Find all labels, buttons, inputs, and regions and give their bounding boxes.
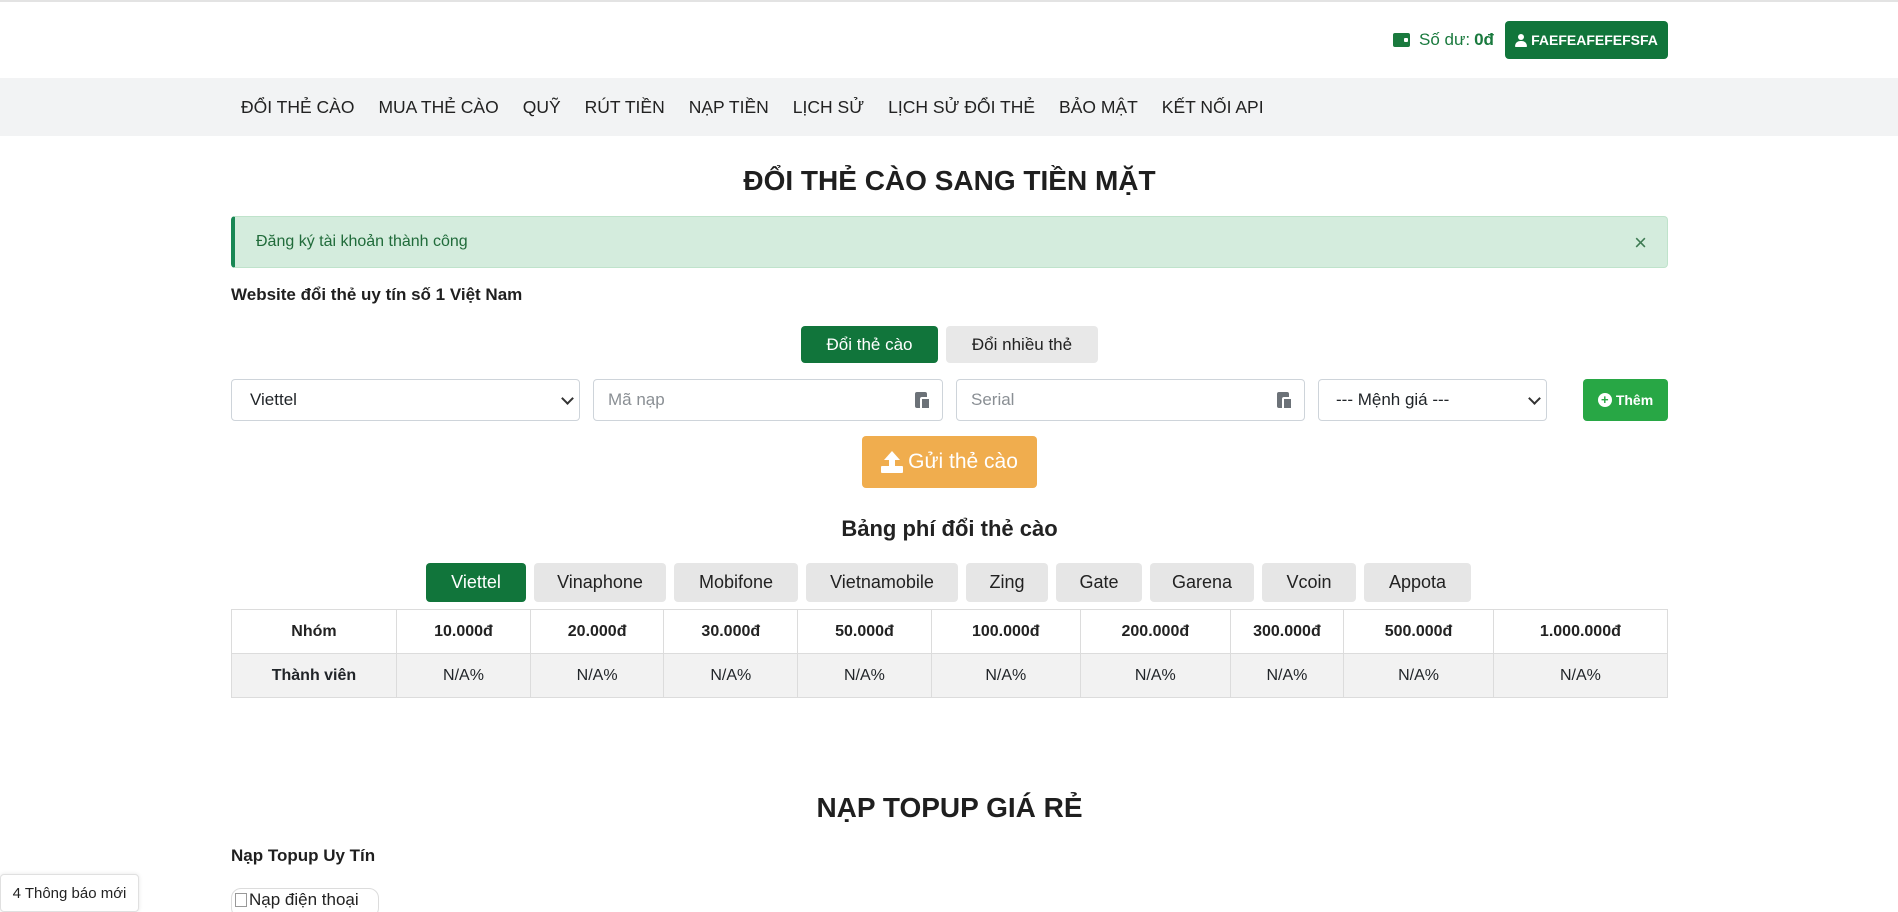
table-cell: N/A%: [663, 653, 799, 698]
serial-placeholder: Serial: [971, 390, 1015, 409]
table-cell: N/A%: [930, 653, 1082, 698]
card-code-input[interactable]: Mã nạp: [593, 379, 943, 421]
card-code-placeholder: Mã nạp: [608, 390, 665, 409]
main-nav: ĐỔI THẺ CÀO MUA THẺ CÀO QUỸ RÚT TIỀN NẠP…: [0, 78, 1898, 136]
notification-badge[interactable]: 4 Thông báo mới: [0, 874, 139, 912]
column-header: 10.000đ: [395, 609, 532, 654]
provider-tab-garena[interactable]: Garena: [1150, 563, 1254, 602]
add-card-button[interactable]: + Thêm: [1583, 379, 1668, 421]
alert-message: Đăng ký tài khoản thành công: [256, 233, 468, 250]
exchange-mode-tabs: Đổi thẻ cào Đổi nhiều thẻ: [801, 326, 1106, 363]
balance-label: Số dư:: [1419, 30, 1471, 49]
fee-table-title: Bảng phí đổi thẻ cào: [841, 516, 1058, 541]
table-cell: N/A%: [1492, 653, 1669, 698]
provider-tab-vcoin[interactable]: Vcoin: [1262, 563, 1356, 602]
balance-amount: 0đ: [1474, 30, 1494, 49]
topup-image[interactable]: Nạp điện thoại: [231, 888, 379, 912]
topup-title: NẠP TOPUP GIÁ RẺ: [816, 792, 1083, 823]
wallet-icon: [1393, 33, 1410, 47]
submit-card-label: Gửi thẻ cào: [908, 450, 1018, 473]
paste-icon[interactable]: [915, 390, 931, 410]
plus-circle-icon: +: [1597, 393, 1612, 407]
provider-tab-viettel[interactable]: Viettel: [426, 563, 526, 602]
header: Số dư: 0đ FAEFEAFEFEFSFA: [0, 0, 1898, 78]
nav-item-lich-su[interactable]: LỊCH SỬ: [793, 97, 864, 118]
column-header: 30.000đ: [663, 609, 799, 654]
fee-table-header-row: Nhóm 10.000đ 20.000đ 30.000đ 50.000đ 100…: [231, 609, 1669, 654]
nav-item-lich-su-doi-the[interactable]: LỊCH SỬ ĐỔI THẺ: [888, 97, 1035, 118]
user-icon: [1515, 33, 1528, 47]
success-alert: Đăng ký tài khoản thành công ×: [231, 216, 1668, 268]
column-header: 200.000đ: [1080, 609, 1231, 654]
column-header: 100.000đ: [930, 609, 1082, 654]
provider-tab-vinaphone[interactable]: Vinaphone: [534, 563, 666, 602]
denomination-select[interactable]: --- Mệnh giá ---: [1318, 379, 1547, 421]
nav-item-nap-tien[interactable]: NẠP TIỀN: [689, 97, 769, 118]
chevron-down-icon: [1528, 392, 1541, 405]
column-header: 1.000.000đ: [1492, 609, 1669, 654]
close-icon[interactable]: ×: [1634, 230, 1647, 256]
nav-item-ket-noi-api[interactable]: KẾT NỐI API: [1162, 97, 1264, 118]
table-row: Thành viên N/A% N/A% N/A% N/A% N/A% N/A%…: [231, 653, 1669, 698]
table-cell: N/A%: [1343, 653, 1494, 698]
column-header: 20.000đ: [530, 609, 665, 654]
provider-tab-zing[interactable]: Zing: [966, 563, 1048, 602]
section-subheading: Website đổi thẻ uy tín số 1 Việt Nam: [231, 285, 523, 304]
tab-single-card[interactable]: Đổi thẻ cào: [801, 326, 938, 363]
topup-subheading: Nạp Topup Uy Tín: [231, 846, 376, 865]
page-title: ĐỔI THẺ CÀO SANG TIỀN MẶT: [743, 165, 1156, 196]
add-card-label: Thêm: [1615, 392, 1654, 408]
serial-input[interactable]: Serial: [956, 379, 1305, 421]
card-form: Viettel Mã nạp Serial --- Mệnh giá --- +…: [231, 379, 1668, 421]
submit-card-button[interactable]: Gửi thẻ cào: [862, 436, 1037, 488]
paste-icon[interactable]: [1277, 390, 1293, 410]
table-cell: N/A%: [1080, 653, 1231, 698]
chevron-down-icon: [561, 392, 574, 405]
provider-tabs: Viettel Vinaphone Mobifone Vietnamobile …: [426, 563, 1479, 602]
table-cell: N/A%: [530, 653, 665, 698]
provider-select[interactable]: Viettel: [231, 379, 580, 421]
user-account-button[interactable]: FAEFEAFEFEFSFA: [1505, 21, 1668, 59]
nav-item-rut-tien[interactable]: RÚT TIỀN: [585, 97, 665, 118]
broken-image-icon: [235, 893, 247, 907]
nav-item-quy[interactable]: QUỸ: [523, 97, 561, 118]
provider-tab-vietnamobile[interactable]: Vietnamobile: [806, 563, 958, 602]
fee-table: Nhóm 10.000đ 20.000đ 30.000đ 50.000đ 100…: [231, 609, 1669, 698]
table-cell: N/A%: [797, 653, 932, 698]
topup-image-alt: Nạp điện thoại: [249, 890, 359, 909]
column-header: 300.000đ: [1229, 609, 1345, 654]
table-cell: N/A%: [1229, 653, 1345, 698]
nav-item-doi-the-cao[interactable]: ĐỔI THẺ CÀO: [241, 97, 354, 118]
denomination-select-value: --- Mệnh giá ---: [1336, 390, 1450, 409]
provider-select-value: Viettel: [250, 390, 297, 409]
column-header: 50.000đ: [797, 609, 932, 654]
provider-tab-appota[interactable]: Appota: [1364, 563, 1471, 602]
table-cell: N/A%: [395, 653, 532, 698]
upload-icon: [881, 451, 904, 473]
nav-item-mua-the-cao[interactable]: MUA THẺ CÀO: [378, 97, 498, 118]
balance-display: Số dư: 0đ: [1393, 30, 1494, 50]
column-header: Nhóm: [231, 609, 397, 654]
nav-item-bao-mat[interactable]: BẢO MẬT: [1059, 97, 1138, 118]
provider-tab-gate[interactable]: Gate: [1056, 563, 1142, 602]
user-button-label: FAEFEAFEFEFSFA: [1531, 32, 1658, 48]
column-header: 500.000đ: [1343, 609, 1494, 654]
tab-multiple-cards[interactable]: Đổi nhiều thẻ: [946, 326, 1098, 363]
table-cell-group: Thành viên: [231, 653, 397, 698]
provider-tab-mobifone[interactable]: Mobifone: [674, 563, 798, 602]
